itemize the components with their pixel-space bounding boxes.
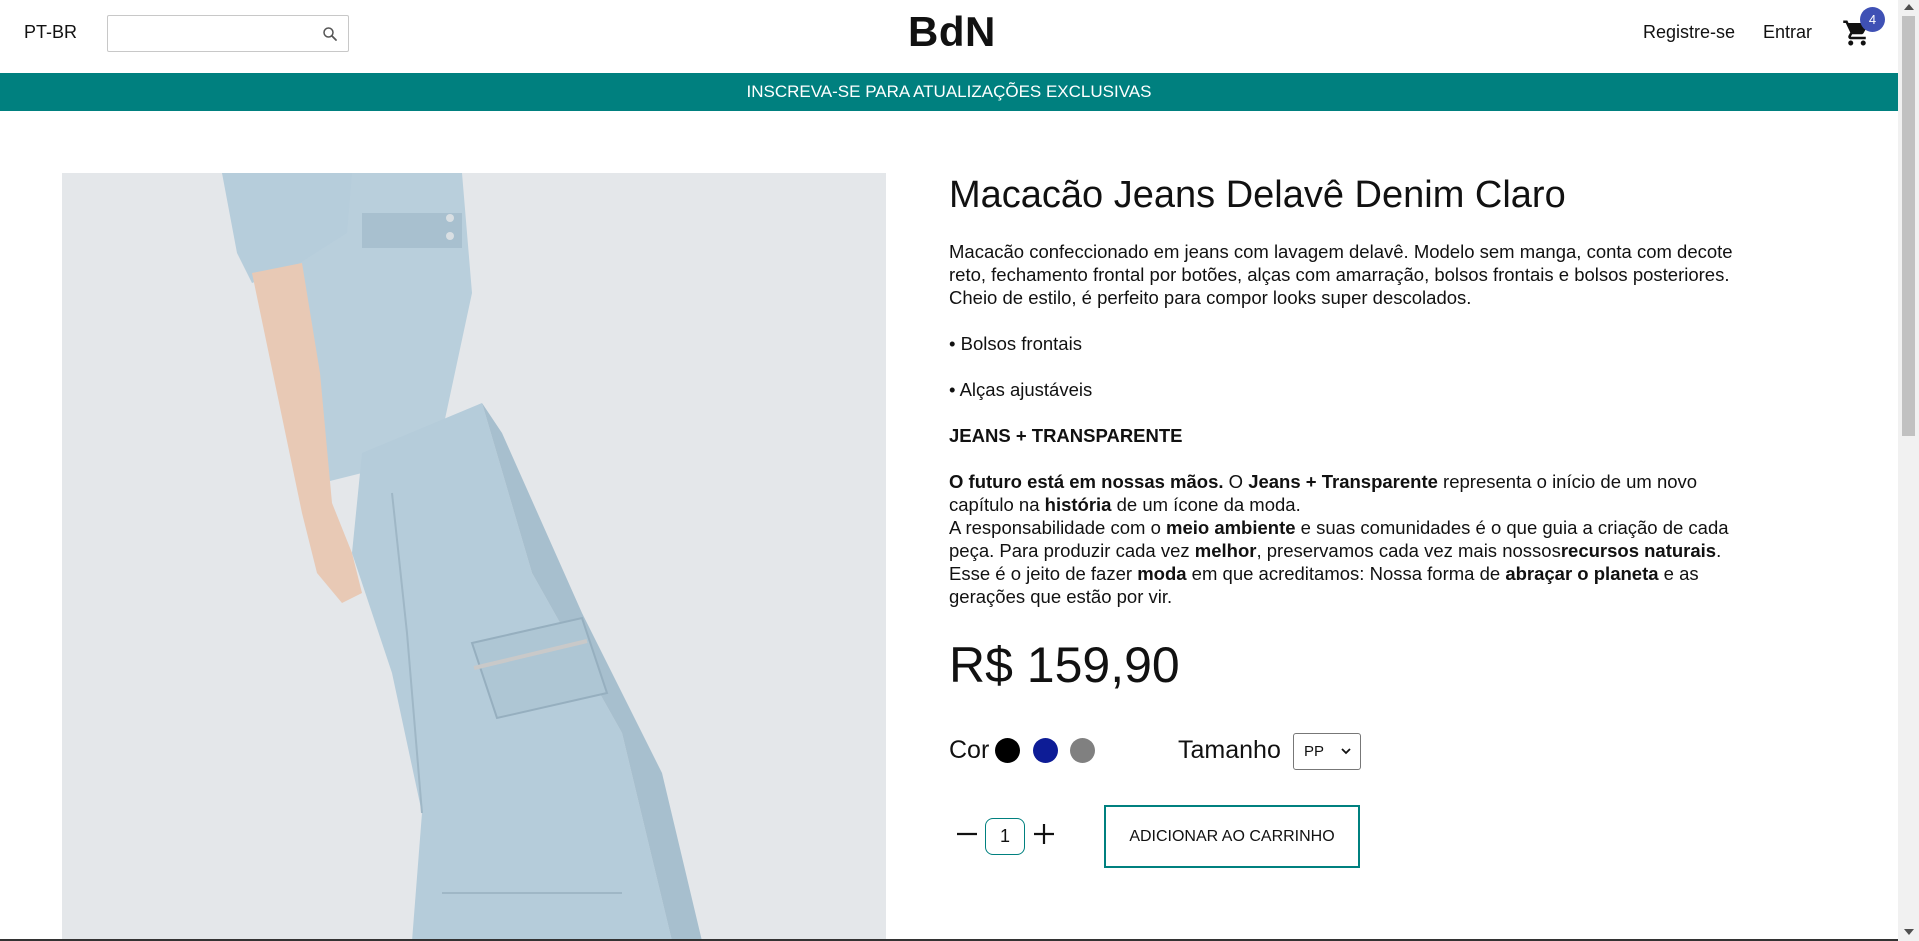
register-link[interactable]: Registre-se: [1643, 22, 1735, 43]
site-header: PT-BR BdN Registre-se Entrar 4: [0, 0, 1898, 73]
feature-bullet: • Bolsos frontais: [949, 333, 1082, 354]
sustainability-paragraph-1: O futuro está em nossas mãos. O Jeans + …: [949, 470, 1761, 516]
chevron-down-icon: [1341, 748, 1351, 755]
search-box[interactable]: [107, 15, 349, 52]
jumpsuit-photo: [62, 173, 886, 941]
product-image: [62, 173, 886, 941]
newsletter-banner[interactable]: INSCREVA-SE PARA ATUALIZAÇÕES EXCLUSIVAS: [0, 73, 1898, 111]
scrollbar-thumb[interactable]: [1902, 16, 1915, 436]
color-swatch-blue[interactable]: [1033, 738, 1058, 763]
plus-icon[interactable]: [1030, 819, 1058, 849]
size-select[interactable]: PP: [1293, 733, 1361, 770]
bold-text: O futuro está em nossas mãos.: [949, 471, 1224, 492]
bold-text: melhor: [1194, 540, 1257, 561]
add-to-cart-button[interactable]: ADICIONAR AO CARRINHO: [1104, 805, 1360, 868]
login-link[interactable]: Entrar: [1763, 22, 1812, 43]
section-heading: JEANS + TRANSPARENTE: [949, 425, 1183, 446]
cart-count-badge: 4: [1860, 7, 1885, 32]
product-options: Cor Tamanho PP: [949, 733, 1449, 770]
product-description: Macacão confeccionado em jeans com lavag…: [949, 240, 1761, 608]
feature-bullet: • Alças ajustáveis: [949, 379, 1093, 400]
scroll-up-arrow-icon[interactable]: [1904, 4, 1914, 10]
color-label: Cor: [949, 736, 990, 764]
bold-text: abraçar o planeta: [1505, 563, 1659, 584]
text: , preservamos cada vez mais nossos: [1256, 540, 1561, 561]
bold-text: moda: [1137, 563, 1187, 584]
product-details: Macacão Jeans Delavê Denim Claro Macacão…: [949, 172, 1761, 608]
text: de um ícone da moda.: [1111, 494, 1301, 515]
text: O: [1223, 471, 1249, 492]
bold-text: Jeans + Transparente: [1248, 471, 1438, 492]
language-selector[interactable]: PT-BR: [24, 22, 77, 43]
color-swatch-gray[interactable]: [1070, 738, 1095, 763]
sustainability-paragraph-2: A responsabilidade com o meio ambiente e…: [949, 516, 1761, 608]
quantity-row: 1 ADICIONAR AO CARRINHO: [949, 805, 1369, 868]
description-intro: Macacão confeccionado em jeans com lavag…: [949, 241, 1733, 308]
product-title: Macacão Jeans Delavê Denim Claro: [949, 174, 1566, 216]
scroll-down-arrow-icon[interactable]: [1904, 929, 1914, 935]
bold-text: recursos naturais: [1560, 540, 1717, 561]
search-icon[interactable]: [321, 25, 339, 43]
search-input[interactable]: [108, 16, 308, 51]
size-label: Tamanho: [1178, 736, 1281, 764]
size-selected-value: PP: [1304, 743, 1325, 760]
quantity-value[interactable]: 1: [985, 818, 1025, 855]
bold-text: história: [1044, 494, 1112, 515]
product-price: R$ 159,90: [949, 637, 1180, 693]
text: A responsabilidade com o: [949, 517, 1166, 538]
bold-text: meio ambiente: [1166, 517, 1296, 538]
site-logo[interactable]: BdN: [908, 8, 996, 56]
text: em que acreditamos: Nossa forma de: [1186, 563, 1506, 584]
color-swatch-black[interactable]: [995, 738, 1020, 763]
minus-icon[interactable]: [953, 819, 981, 849]
